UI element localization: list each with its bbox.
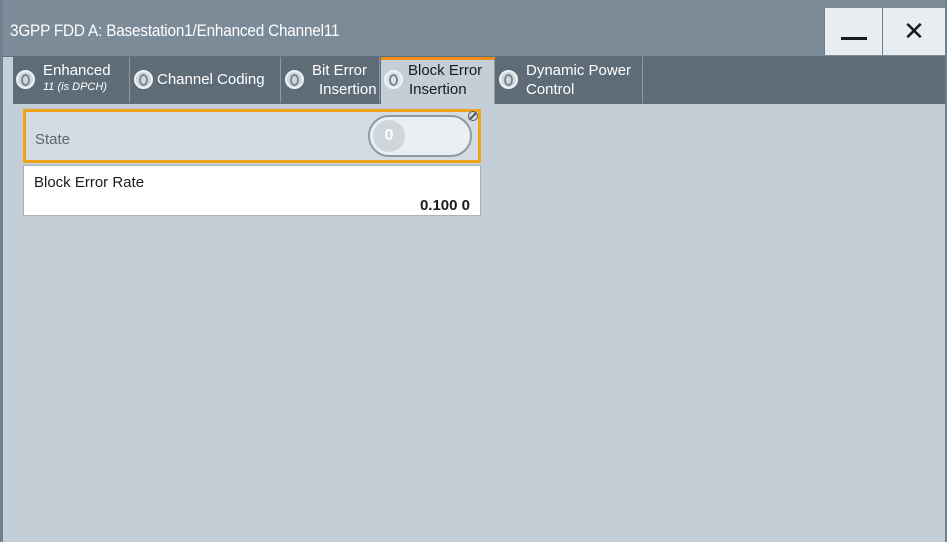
toggle-knob: 0: [373, 120, 405, 152]
tab-status-icon: [285, 70, 304, 89]
state-toggle[interactable]: 0: [368, 115, 472, 157]
tab-bit-error-insertion[interactable]: Bit Error Insertion: [282, 57, 380, 103]
minimize-icon: [840, 37, 867, 40]
title-bar[interactable]: 3GPP FDD A: Basestation1/Enhanced Channe…: [3, 0, 945, 57]
tab-label-line2: Insertion: [319, 81, 377, 98]
tab-label: Dynamic Power: [526, 62, 632, 79]
tab-label-line2: Insertion: [409, 81, 467, 98]
close-icon: ✕: [903, 16, 925, 47]
tab-label-line2: Control: [526, 81, 575, 98]
block-error-rate-value[interactable]: 0.100 0: [420, 197, 470, 214]
tab-block-error-insertion[interactable]: Block Error Insertion: [381, 57, 495, 104]
tab-label: Bit Error: [312, 62, 368, 79]
tab-status-icon: [499, 70, 518, 89]
tab-label: Enhanced: [43, 62, 111, 79]
tab-enhanced[interactable]: Enhanced 11 (is DPCH): [13, 57, 130, 103]
minimize-button[interactable]: [824, 8, 882, 55]
block-error-rate-field[interactable]: Block Error Rate 0.100 0: [23, 165, 481, 216]
state-label: State: [35, 131, 71, 148]
close-button[interactable]: ✕: [882, 8, 945, 55]
window-title: 3GPP FDD A: Basestation1/Enhanced Channe…: [10, 21, 340, 40]
block-error-rate-label: Block Error Rate: [34, 174, 145, 191]
dialog-window: 3GPP FDD A: Basestation1/Enhanced Channe…: [0, 0, 947, 542]
tab-status-icon: [384, 70, 403, 89]
tab-sublabel: 11 (is DPCH): [43, 81, 107, 93]
state-row[interactable]: State 0: [23, 109, 481, 163]
tab-status-icon: [16, 70, 35, 89]
not-allowed-icon: [468, 111, 478, 121]
tab-strip: Enhanced 11 (is DPCH) Channel Coding Bit…: [13, 57, 945, 104]
tab-status-icon: [134, 70, 153, 89]
tab-label: Block Error: [408, 62, 483, 79]
tab-channel-coding[interactable]: Channel Coding: [131, 57, 281, 103]
tab-dynamic-power-control[interactable]: Dynamic Power Control: [496, 57, 643, 103]
tab-label: Channel Coding: [157, 71, 265, 88]
